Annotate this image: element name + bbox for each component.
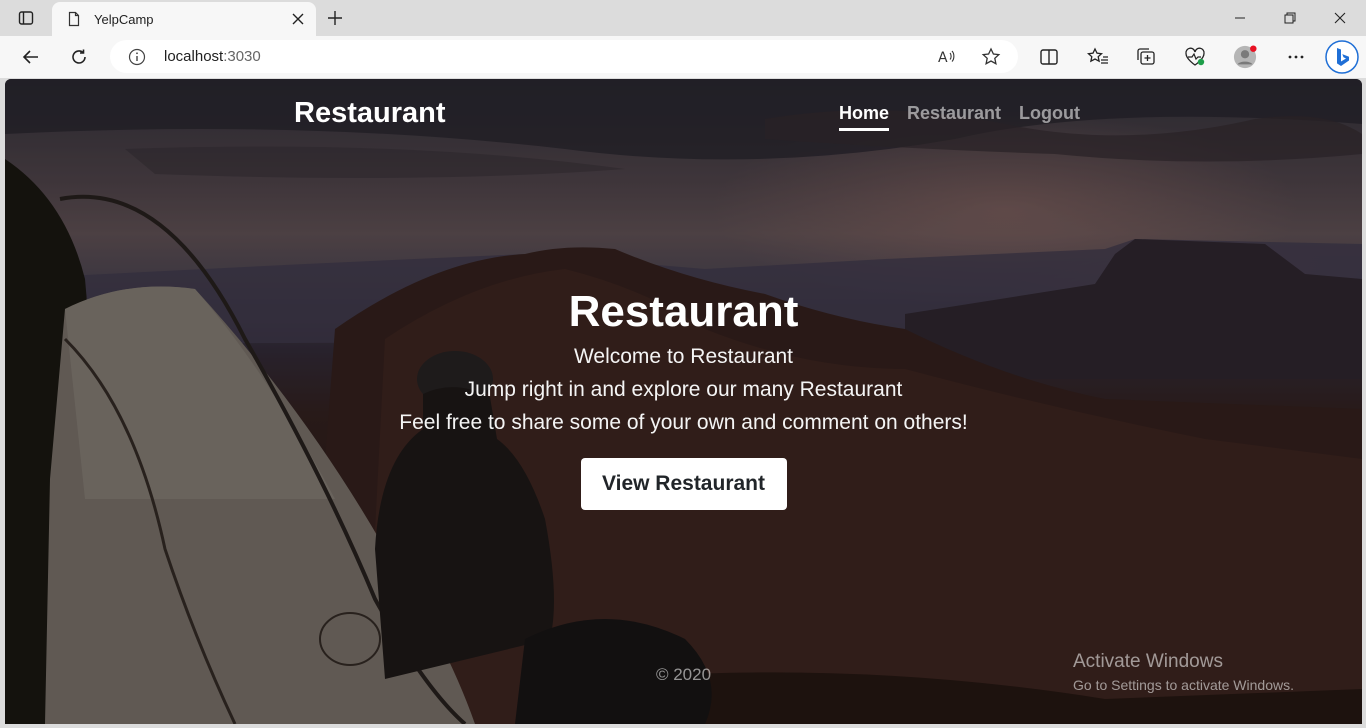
nav-restaurant-link[interactable]: Restaurant	[907, 103, 1001, 131]
copilot-icon[interactable]	[1325, 40, 1359, 74]
favorite-star-icon[interactable]	[981, 47, 1001, 67]
svg-text:A: A	[938, 50, 948, 66]
site-brand[interactable]: Restaurant	[294, 97, 446, 130]
site-nav: Home Restaurant Logout	[839, 103, 1080, 131]
activate-title: Activate Windows	[1073, 651, 1223, 672]
hero: Restaurant Welcome to Restaurant Jump ri…	[5, 284, 1362, 510]
close-icon[interactable]	[290, 11, 306, 27]
refresh-icon[interactable]	[63, 42, 95, 72]
tab-actions-icon[interactable]	[12, 6, 40, 30]
url-text: localhost:3030	[164, 48, 261, 65]
hero-share: Feel free to share some of your own and …	[399, 411, 968, 434]
tab-title: YelpCamp	[94, 11, 154, 27]
nav-logout-link[interactable]: Logout	[1019, 103, 1080, 131]
page-viewport: Restaurant Home Restaurant Logout Restau…	[5, 79, 1362, 724]
info-icon[interactable]	[128, 48, 146, 66]
hero-explore: Jump right in and explore our many Resta…	[464, 378, 903, 401]
activate-windows-watermark: Activate Windows Go to Settings to activ…	[1073, 651, 1294, 693]
read-aloud-icon[interactable]: A	[936, 47, 956, 67]
more-icon[interactable]	[1284, 45, 1308, 69]
page-icon	[66, 11, 82, 27]
plus-icon[interactable]	[322, 6, 348, 30]
restore-icon[interactable]	[1265, 0, 1315, 36]
hero-welcome: Welcome to Restaurant	[573, 345, 794, 368]
browser-tab-strip: YelpCamp	[0, 0, 1366, 36]
url-host: localhost	[164, 48, 224, 65]
hero-title: Restaurant	[568, 287, 799, 336]
activate-subtitle: Go to Settings to activate Windows.	[1073, 677, 1294, 693]
browser-tab[interactable]: YelpCamp	[52, 2, 316, 36]
url-port: :3030	[223, 48, 261, 65]
health-icon[interactable]	[1183, 45, 1207, 69]
nav-home-link[interactable]: Home	[839, 103, 890, 131]
minimize-icon[interactable]	[1215, 0, 1265, 36]
split-screen-icon[interactable]	[1037, 45, 1061, 69]
window-close-icon[interactable]	[1315, 0, 1365, 36]
profile-icon[interactable]	[1233, 45, 1257, 69]
browser-toolbar: localhost:3030 A	[0, 36, 1366, 78]
address-bar[interactable]: localhost:3030 A	[110, 40, 1018, 73]
back-icon[interactable]	[15, 42, 47, 72]
favorites-icon[interactable]	[1086, 45, 1110, 69]
view-restaurant-button[interactable]: View Restaurant	[580, 458, 787, 510]
collections-icon[interactable]	[1135, 45, 1159, 69]
